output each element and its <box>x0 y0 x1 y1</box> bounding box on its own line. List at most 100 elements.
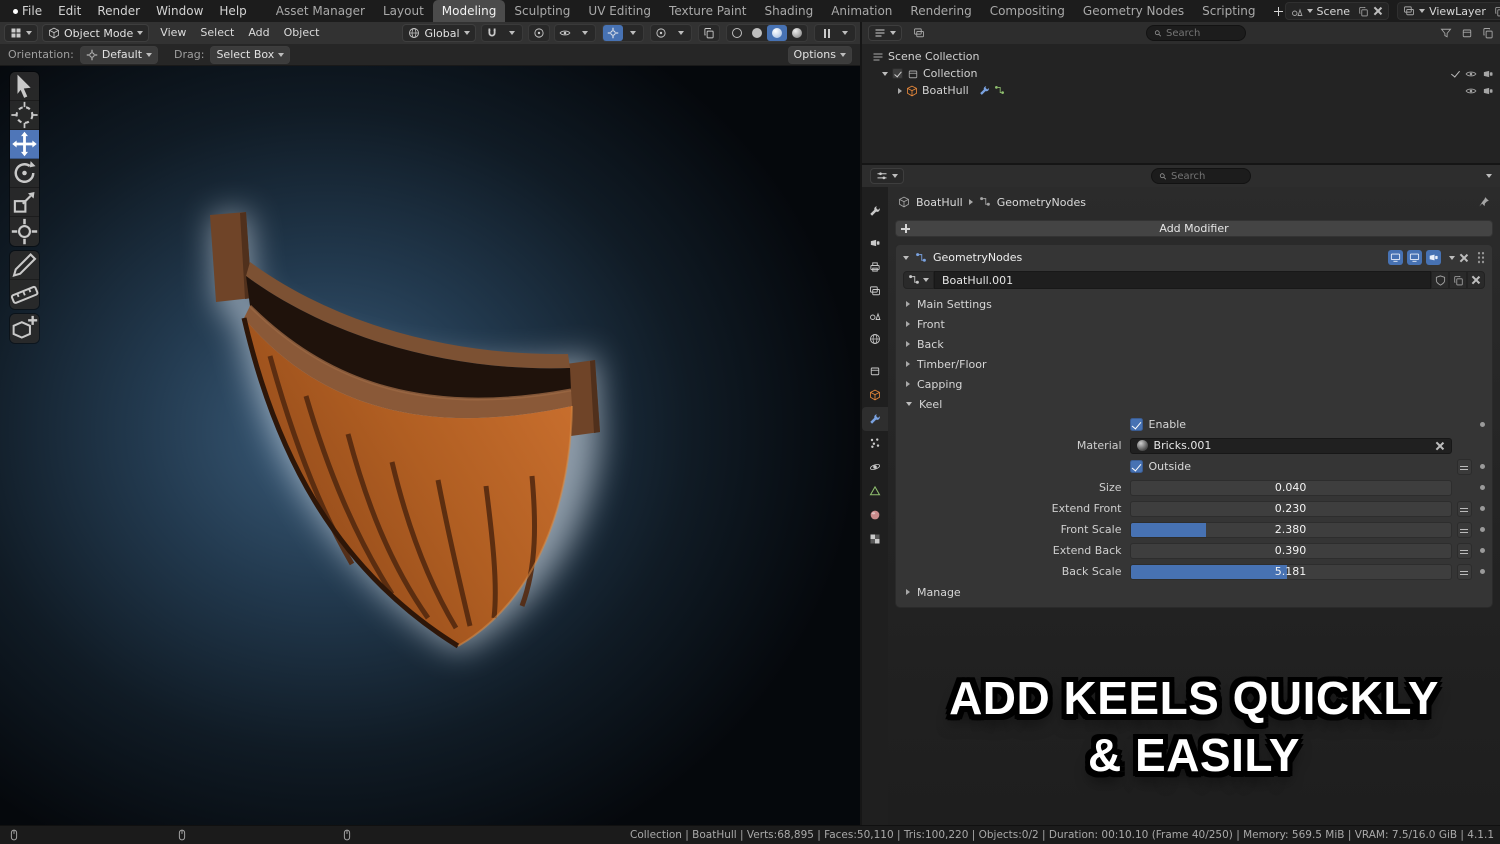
tab-rendering[interactable]: Rendering <box>901 0 980 22</box>
eye-icon[interactable] <box>1465 68 1477 80</box>
outliner-row-scene-collection[interactable]: Scene Collection <box>862 48 1500 65</box>
tab-compositing[interactable]: Compositing <box>981 0 1074 22</box>
tab-animation[interactable]: Animation <box>822 0 901 22</box>
default-orientation-dropdown[interactable]: Default <box>79 45 159 64</box>
tab-object-data[interactable] <box>862 479 888 503</box>
drag-mode-dropdown[interactable]: Select Box <box>210 45 291 64</box>
copy-node-group-button[interactable] <box>1449 271 1467 289</box>
animate-dot[interactable] <box>1479 485 1485 490</box>
tab-tool[interactable] <box>862 199 888 223</box>
outliner-search-input[interactable] <box>1166 27 1238 39</box>
fake-user-button[interactable] <box>1431 271 1449 289</box>
tab-layout[interactable]: Layout <box>374 0 433 22</box>
tab-modeling[interactable]: Modeling <box>432 0 506 22</box>
menu-select[interactable]: Select <box>193 22 241 44</box>
shading-solid-button[interactable] <box>747 25 767 41</box>
tab-particles[interactable] <box>862 431 888 455</box>
modifier-extras-dropdown[interactable] <box>1449 255 1455 260</box>
unlink-scene-icon[interactable] <box>1373 6 1383 16</box>
overlays-dropdown[interactable] <box>671 25 691 41</box>
attribute-input-toggle[interactable] <box>1456 521 1473 538</box>
breadcrumb-modifier[interactable]: GeometryNodes <box>997 196 1086 209</box>
section-front[interactable]: Front <box>896 314 1492 334</box>
xray-toggle[interactable] <box>699 25 719 41</box>
tab-output[interactable] <box>862 255 888 279</box>
display-render-toggle[interactable] <box>1426 250 1441 265</box>
tab-scene[interactable] <box>862 303 888 327</box>
show-gizmo-toggle[interactable] <box>602 25 623 41</box>
viewport-canvas[interactable] <box>0 66 860 825</box>
animate-dot[interactable] <box>1479 506 1485 511</box>
measure-tool[interactable] <box>10 280 39 309</box>
menu-view[interactable]: View <box>153 22 193 44</box>
menu-add[interactable]: Add <box>241 22 276 44</box>
add-workspace-button[interactable] <box>1265 0 1285 22</box>
rotate-tool[interactable] <box>10 159 39 188</box>
tab-asset-manager[interactable]: Asset Manager <box>267 0 374 22</box>
outliner-editor-type-button[interactable] <box>868 25 902 41</box>
filter-funnel-icon[interactable] <box>1440 27 1452 39</box>
shading-wireframe-button[interactable] <box>727 25 747 41</box>
animate-dot[interactable] <box>1479 569 1485 574</box>
pause-render-button[interactable] <box>815 25 835 41</box>
tab-geometry-nodes[interactable]: Geometry Nodes <box>1074 0 1193 22</box>
extend-back-slider[interactable]: 0.390 <box>1129 542 1452 559</box>
attribute-input-toggle[interactable] <box>1456 500 1473 517</box>
outliner-row-boathull[interactable]: BoatHull <box>862 82 1500 99</box>
geometry-nodes-icon[interactable] <box>994 85 1005 96</box>
mode-dropdown[interactable]: Object Mode <box>42 24 150 42</box>
attribute-input-toggle[interactable] <box>1456 563 1473 580</box>
select-box-tool[interactable] <box>10 72 39 101</box>
show-overlays-toggle[interactable] <box>651 25 671 41</box>
add-modifier-button[interactable]: Add Modifier <box>895 220 1493 237</box>
expand-icon[interactable] <box>882 71 888 76</box>
tab-uv-editing[interactable]: UV Editing <box>579 0 660 22</box>
tab-world[interactable] <box>862 327 888 351</box>
editor-type-button[interactable] <box>4 24 38 42</box>
material-field[interactable]: Bricks.001 <box>1129 437 1452 454</box>
unlink-node-group-button[interactable] <box>1467 271 1485 289</box>
section-keel[interactable]: Keel <box>896 394 1492 414</box>
view-object-types-button[interactable] <box>555 25 575 41</box>
shading-dropdown[interactable] <box>835 25 855 41</box>
shading-material-button[interactable] <box>766 25 787 41</box>
collapse-icon[interactable] <box>898 87 902 94</box>
section-main-settings[interactable]: Main Settings <box>896 294 1492 314</box>
viewlayer-selector[interactable]: ViewLayer <box>1397 2 1500 20</box>
animate-dot[interactable] <box>1479 422 1485 427</box>
snap-toggle[interactable] <box>482 25 502 41</box>
clear-material-icon[interactable] <box>1435 441 1445 451</box>
shading-rendered-button[interactable] <box>787 25 807 41</box>
menu-render[interactable]: Render <box>89 0 148 22</box>
tab-scripting[interactable]: Scripting <box>1193 0 1264 22</box>
menu-object[interactable]: Object <box>277 22 327 44</box>
modifier-name[interactable]: GeometryNodes <box>933 251 1022 264</box>
options-dropdown[interactable]: Options <box>787 45 852 64</box>
new-viewlayer-icon[interactable] <box>1494 6 1500 17</box>
properties-filter-dropdown-icon[interactable] <box>1486 174 1492 178</box>
breadcrumb-object[interactable]: BoatHull <box>916 196 963 209</box>
animate-dot[interactable] <box>1479 527 1485 532</box>
menu-window[interactable]: Window <box>148 0 211 22</box>
properties-search-input[interactable] <box>1171 170 1243 182</box>
enable-checkbox[interactable] <box>1129 418 1143 431</box>
tab-texture-paint[interactable]: Texture Paint <box>660 0 755 22</box>
section-timber-floor[interactable]: Timber/Floor <box>896 354 1492 374</box>
menu-edit[interactable]: Edit <box>50 0 89 22</box>
new-collection-icon[interactable] <box>1461 27 1473 39</box>
attribute-input-toggle[interactable] <box>1456 542 1473 559</box>
new-scene-icon[interactable] <box>1358 6 1369 17</box>
gizmo-dropdown[interactable] <box>623 25 643 41</box>
add-cube-tool[interactable] <box>10 314 39 343</box>
camera-visibility-icon[interactable] <box>1482 85 1494 97</box>
collapse-panel-icon[interactable] <box>903 255 909 260</box>
node-group-browse-button[interactable] <box>903 271 934 289</box>
display-editmode-toggle[interactable] <box>1388 250 1403 265</box>
section-manage[interactable]: Manage <box>896 582 1492 602</box>
attribute-input-toggle[interactable] <box>1456 458 1473 475</box>
tab-shading[interactable]: Shading <box>755 0 822 22</box>
tab-collection[interactable] <box>862 359 888 383</box>
move-tool[interactable] <box>10 130 39 159</box>
scale-tool[interactable] <box>10 188 39 217</box>
view-object-types-dropdown[interactable] <box>575 25 595 41</box>
